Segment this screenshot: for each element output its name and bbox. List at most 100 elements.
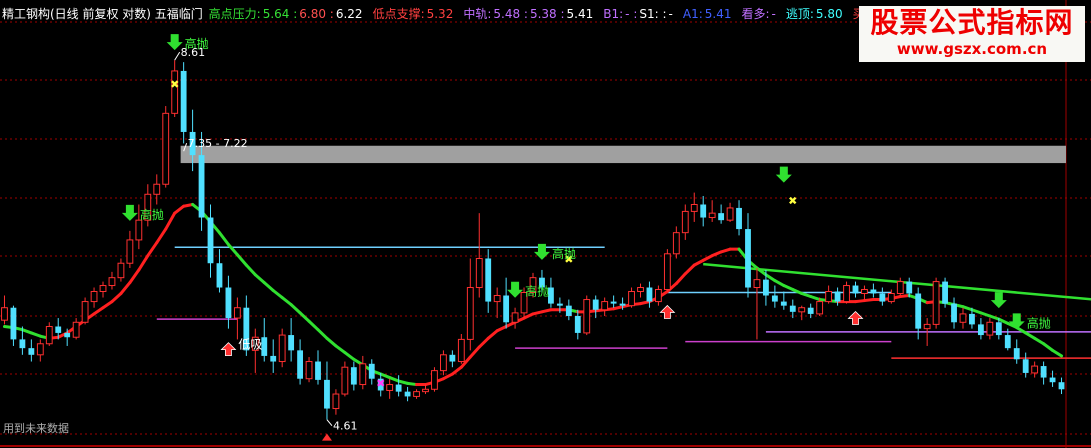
candle-body <box>932 281 940 325</box>
sell-arrow-icon <box>775 166 792 183</box>
candlestick-chart: ✖✖✖✖高抛高抛高抛高抛高抛低吸8.617.35 - 7.224.61 <box>0 0 1091 448</box>
candle-body <box>278 334 286 363</box>
candle-body <box>28 348 35 355</box>
ma-line-segment <box>674 272 687 286</box>
candle-body <box>485 258 492 302</box>
candle-body <box>19 339 26 349</box>
candle-body <box>297 350 304 379</box>
candle-body <box>583 299 591 334</box>
ma-line-segment <box>298 311 311 323</box>
ma-line-segment <box>155 227 168 245</box>
candle-body <box>180 70 187 132</box>
watermark-logo: 股票公式指标网 www.gszx.com.cn <box>859 6 1085 62</box>
candle-body <box>951 303 957 323</box>
ma-line-segment <box>1024 331 1037 340</box>
candle-body <box>977 324 984 336</box>
candle-body <box>36 343 44 356</box>
candle-body <box>672 232 680 255</box>
candle-body <box>225 287 232 319</box>
high-price-band <box>180 145 1066 164</box>
annotation-leader <box>174 51 181 61</box>
candle-body <box>422 388 429 393</box>
sell-arrow-icon <box>121 204 138 221</box>
ma-line-segment <box>262 281 275 292</box>
candle-body <box>45 326 53 345</box>
candle-body <box>55 326 62 333</box>
ma-line-segment <box>477 336 490 349</box>
candle-body <box>798 307 806 313</box>
ma-line-segment <box>173 204 186 215</box>
candle-body <box>986 321 994 336</box>
candle-body <box>341 366 349 395</box>
candle-body <box>753 279 761 289</box>
candle-body <box>493 295 501 303</box>
ma-line-segment <box>253 273 266 285</box>
candle-body <box>359 363 367 386</box>
candle-body <box>942 281 948 304</box>
price-annotation: 7.35 - 7.22 <box>188 137 248 150</box>
candle-body <box>708 212 716 219</box>
buy-arrow-icon <box>659 304 676 319</box>
candle-body <box>718 213 725 221</box>
ma-line-segment <box>1042 342 1055 352</box>
candle-body <box>1049 377 1056 383</box>
star-mark: ✖ <box>376 377 385 390</box>
ma-line-segment <box>1033 336 1046 346</box>
candle-body <box>72 321 80 338</box>
low-signal-label: 低吸 <box>238 338 262 352</box>
candle-body <box>324 379 330 409</box>
price-annotation: 4.61 <box>333 420 358 433</box>
sell-signal-label: 高抛 <box>552 246 576 261</box>
candle-body <box>1022 359 1029 373</box>
candle-body <box>1 307 8 321</box>
candle-body <box>780 301 787 306</box>
candle-body <box>816 301 824 315</box>
candle-body <box>771 295 778 302</box>
ma-line-segment <box>692 258 705 267</box>
candle-body <box>350 367 357 385</box>
candle-body <box>745 229 751 288</box>
candle-body <box>969 313 975 325</box>
candle-body <box>64 332 71 338</box>
candle-body <box>431 370 438 390</box>
ma-line-segment <box>137 254 150 272</box>
ma-line-segment <box>307 319 320 332</box>
candle-body <box>681 210 689 234</box>
candle-body <box>270 355 277 362</box>
candle-body <box>896 281 904 294</box>
candle-body <box>404 391 411 397</box>
candle-body <box>700 204 707 218</box>
ma-line-segment <box>92 306 105 316</box>
candle-body <box>108 277 116 287</box>
candle-body <box>879 293 886 302</box>
candle-body <box>995 322 1002 336</box>
ma-line-segment <box>316 328 329 340</box>
ma-line-segment <box>289 303 302 315</box>
ma-line-segment <box>343 351 356 361</box>
ma-line-segment <box>110 291 123 304</box>
candle-body <box>10 307 17 340</box>
candle-body <box>413 391 420 397</box>
ma-line-segment <box>226 243 239 257</box>
candle-body <box>99 285 107 292</box>
candle-body <box>315 361 321 380</box>
candle-body <box>305 361 313 380</box>
ma-line-segment <box>101 300 114 310</box>
candle-body <box>135 219 143 241</box>
ma-line-segment <box>217 231 230 247</box>
ma-line-segment <box>164 211 177 231</box>
candle-body <box>233 307 241 319</box>
low-triangle-icon <box>321 433 332 441</box>
candle-body <box>207 217 214 264</box>
candle-body <box>457 338 465 363</box>
ma-line-segment <box>683 263 696 276</box>
annotation-leader <box>326 419 333 426</box>
candle-body <box>870 289 877 294</box>
sell-arrow-icon <box>533 243 550 260</box>
candle-body <box>556 303 563 306</box>
watermark-title: 股票公式指标网 <box>870 6 1074 39</box>
ma-line-segment <box>1051 348 1064 358</box>
sell-signal-label: 高抛 <box>140 207 164 222</box>
candle-body <box>663 253 671 291</box>
candle-body <box>690 203 698 212</box>
